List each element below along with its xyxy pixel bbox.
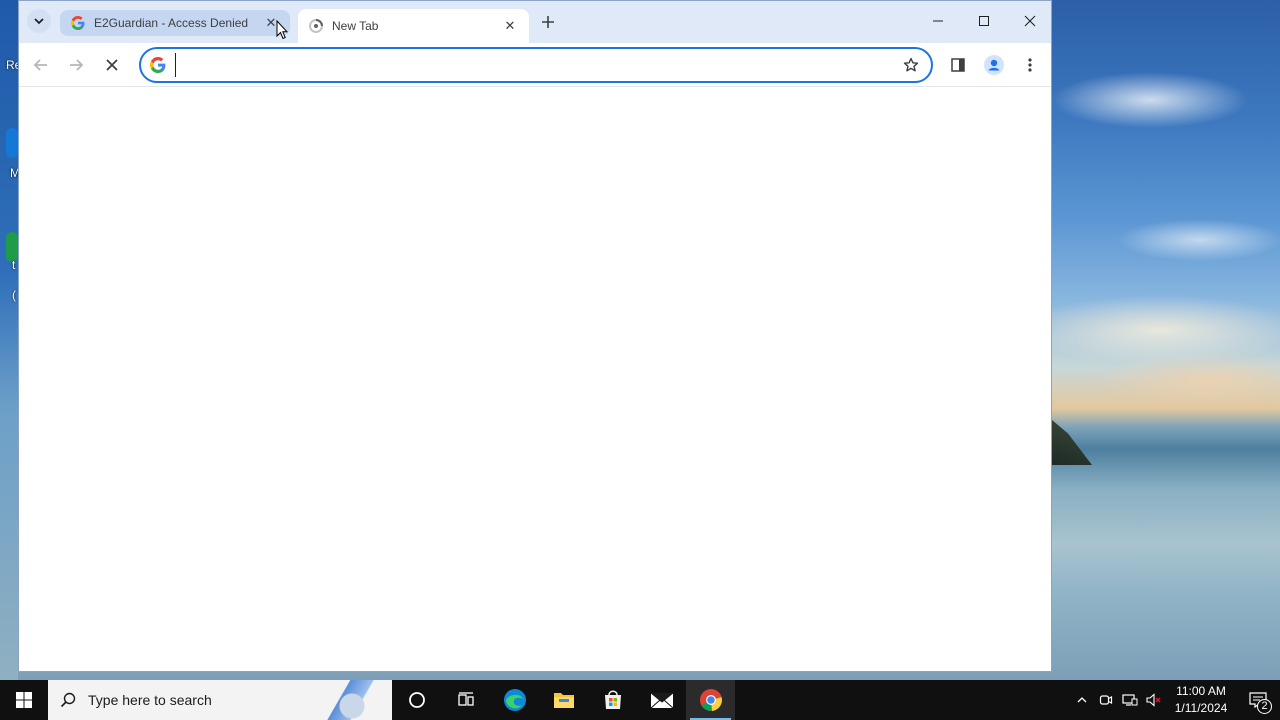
tab-new-tab[interactable]: New Tab ✕ (298, 9, 529, 43)
maximize-button[interactable] (961, 1, 1007, 41)
task-view-button[interactable] (441, 680, 490, 720)
mail-button[interactable] (637, 680, 686, 720)
action-center-button[interactable]: 2 (1236, 680, 1280, 720)
tab-title: New Tab (332, 19, 379, 33)
tab-close-button[interactable]: ✕ (501, 17, 519, 35)
plus-icon (542, 16, 554, 28)
chevron-up-icon (1077, 697, 1087, 703)
notification-count-badge: 2 (1257, 699, 1272, 714)
profile-avatar-icon (984, 55, 1004, 75)
meet-now-icon (1099, 695, 1113, 705)
system-tray: 11:00 AM 1/11/2024 2 (1070, 680, 1280, 720)
tab-e2guardian[interactable]: E2Guardian - Access Denied ✕ (60, 10, 290, 36)
microsoft-store-button[interactable] (588, 680, 637, 720)
windows-taskbar: Type here to search 11:00 AM 1/11/2024 2 (0, 680, 1280, 720)
start-button[interactable] (0, 680, 48, 720)
forward-button[interactable] (62, 51, 90, 79)
taskbar-clock[interactable]: 11:00 AM 1/11/2024 (1166, 683, 1236, 717)
kebab-menu-icon (1028, 58, 1032, 72)
search-icon (48, 692, 88, 708)
edge-icon (503, 689, 526, 711)
mail-icon (650, 692, 673, 709)
file-explorer-button[interactable] (539, 680, 588, 720)
address-bar[interactable] (139, 47, 933, 83)
chrome-window: E2Guardian - Access Denied ✕ New Tab ✕ (18, 0, 1052, 672)
minimize-icon (933, 20, 943, 22)
tab-strip: E2Guardian - Access Denied ✕ New Tab ✕ (19, 1, 1051, 43)
windows-logo-icon (16, 692, 32, 708)
stop-loading-icon (106, 59, 118, 71)
volume-muted-icon (1146, 693, 1161, 707)
chrome-menu-button[interactable] (1016, 51, 1044, 79)
cortana-button[interactable] (392, 680, 441, 720)
google-g-icon (149, 56, 167, 74)
desktop-icon-fragment-1[interactable] (6, 128, 18, 158)
desktop-icon-label-fragment-3: t (12, 258, 16, 272)
task-view-icon (457, 692, 474, 706)
close-icon (1024, 15, 1036, 27)
meet-now-button[interactable] (1094, 680, 1118, 720)
google-g-icon (70, 15, 86, 31)
browser-toolbar (19, 43, 1051, 87)
close-window-button[interactable] (1007, 1, 1051, 41)
chevron-down-icon (34, 18, 44, 25)
chrome-taskbar-button[interactable] (686, 680, 735, 720)
chrome-icon (699, 689, 722, 712)
desktop-left-strip (0, 0, 18, 680)
tab-search-button[interactable] (27, 9, 51, 33)
volume-button[interactable] (1142, 680, 1166, 720)
star-outline-icon (903, 57, 919, 72)
clock-date: 1/11/2024 (1174, 701, 1228, 715)
microsoft-store-icon (604, 690, 621, 709)
file-explorer-icon (553, 693, 574, 708)
show-hidden-icons-button[interactable] (1070, 680, 1094, 720)
back-button[interactable] (27, 51, 55, 79)
network-button[interactable] (1118, 680, 1142, 720)
bookmark-star-button[interactable] (895, 49, 927, 81)
cortana-circle-icon (408, 692, 425, 708)
clock-time: 11:00 AM (1176, 684, 1226, 698)
stop-button[interactable] (98, 51, 126, 79)
mouse-cursor-icon (276, 20, 288, 40)
desktop-icon-label-fragment-4: ( (12, 288, 16, 302)
taskbar-search-box[interactable]: Type here to search (48, 680, 392, 720)
forward-arrow-icon (70, 59, 84, 71)
loading-spinner-icon (308, 18, 324, 34)
page-content (19, 87, 1051, 671)
address-input[interactable] (175, 53, 895, 77)
new-tab-button[interactable] (535, 10, 561, 34)
side-panel-button[interactable] (944, 51, 972, 79)
minimize-button[interactable] (915, 1, 961, 41)
search-placeholder: Type here to search (88, 692, 212, 708)
side-panel-icon (951, 58, 965, 72)
tab-title: E2Guardian - Access Denied (94, 16, 249, 30)
profile-button[interactable] (980, 51, 1008, 79)
maximize-icon (979, 16, 989, 26)
network-icon (1122, 694, 1138, 706)
edge-taskbar-button[interactable] (490, 680, 539, 720)
back-arrow-icon (33, 59, 47, 71)
search-highlight-illustration (322, 680, 392, 720)
